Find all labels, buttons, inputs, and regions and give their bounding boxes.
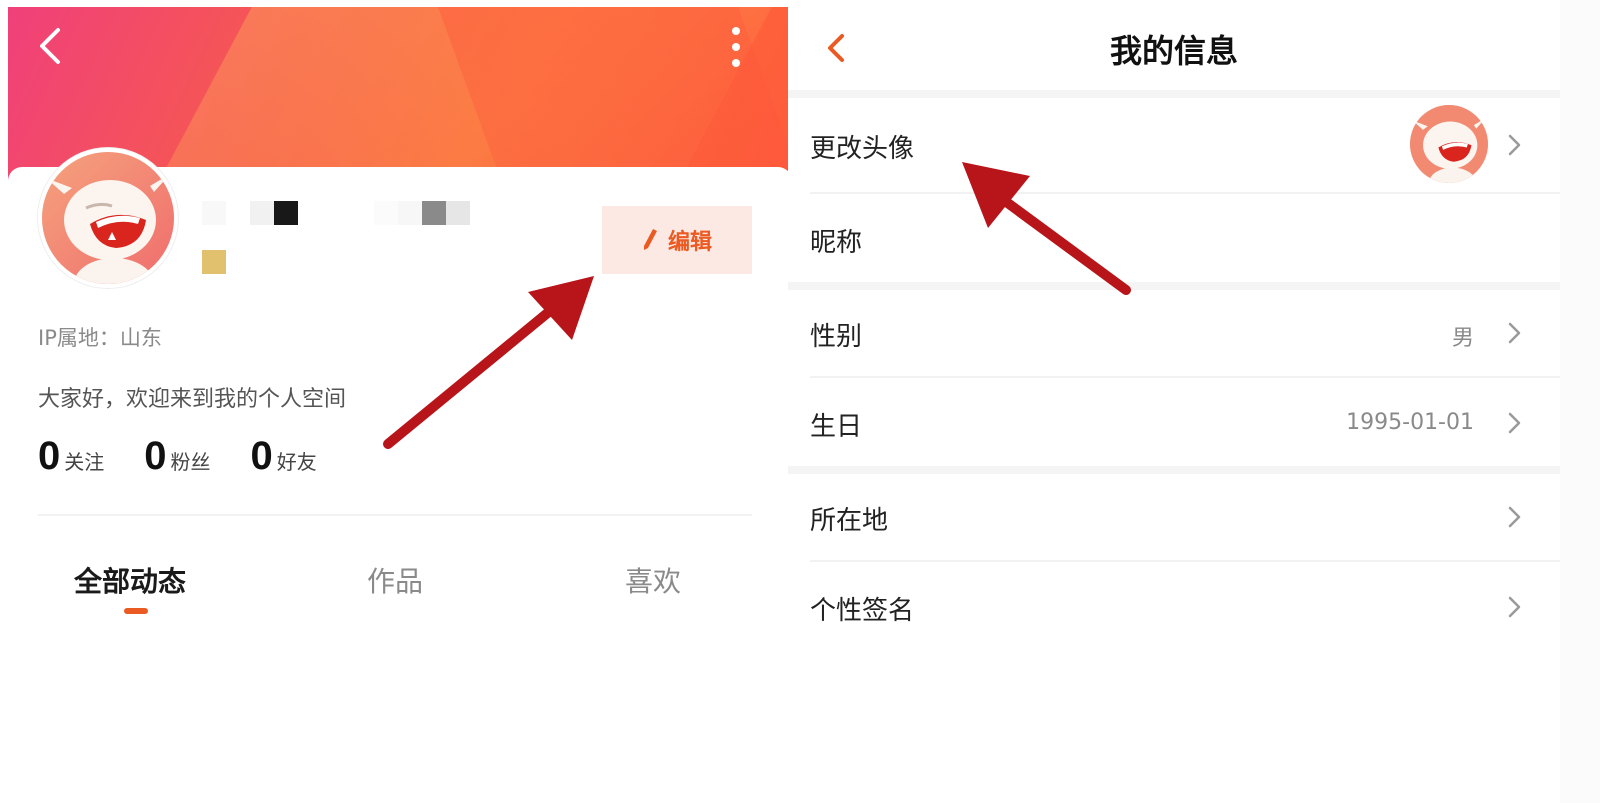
content-tabs: 全部动态 作品 喜欢 <box>0 560 794 620</box>
divider <box>788 282 1560 290</box>
edge-shade <box>1560 0 1600 803</box>
tab-all-activity[interactable]: 全部动态 <box>74 560 186 600</box>
divider <box>38 514 752 516</box>
stat-following[interactable]: 0 关注 <box>38 434 104 479</box>
user-id-blurred <box>374 201 470 225</box>
bio-text: 大家好，欢迎来到我的个人空间 <box>38 387 347 412</box>
mascot-avatar-image <box>1410 105 1488 183</box>
chevron-right-icon <box>1508 412 1521 434</box>
stat-label: 关注 <box>64 450 105 474</box>
row-label: 昵称 <box>810 228 863 258</box>
username-blurred <box>202 201 298 225</box>
mascot-avatar-image <box>42 152 174 284</box>
stat-number: 0 <box>250 434 273 478</box>
level-badge <box>202 250 226 274</box>
back-arrow-icon <box>40 28 60 64</box>
back-button[interactable] <box>30 24 74 68</box>
my-info-screen: 我的信息 更改头像 昵称 性别 男 生日 1995-01-01 所在地 个性签名 <box>788 0 1600 803</box>
row-value: 男 <box>1451 326 1474 351</box>
row-value: 1995-01-01 <box>1346 410 1474 435</box>
row-birthday[interactable]: 生日 1995-01-01 <box>788 378 1560 466</box>
stat-number: 0 <box>144 434 167 478</box>
avatar-thumbnail <box>1410 105 1488 183</box>
divider <box>788 466 1560 474</box>
chevron-right-icon <box>1508 322 1521 344</box>
row-signature[interactable]: 个性签名 <box>788 562 1560 650</box>
stat-friends[interactable]: 0 好友 <box>251 434 317 479</box>
row-label: 所在地 <box>810 506 889 536</box>
avatar[interactable] <box>38 148 178 288</box>
stat-followers[interactable]: 0 粉丝 <box>144 434 210 479</box>
active-tab-indicator <box>124 608 148 614</box>
profile-screen: 编辑 IP属地：山东 大家好，欢迎来到我的个人空间 0 关注 0 粉丝 0 好友… <box>0 0 794 803</box>
header: 我的信息 <box>788 0 1600 92</box>
page-title: 我的信息 <box>1109 32 1238 70</box>
chevron-right-icon <box>1508 506 1521 528</box>
row-nickname[interactable]: 昵称 <box>788 194 1560 282</box>
stat-label: 粉丝 <box>170 450 211 474</box>
stat-number: 0 <box>38 434 61 478</box>
tab-likes[interactable]: 喜欢 <box>625 560 681 600</box>
more-button[interactable] <box>718 24 754 70</box>
row-label: 更改头像 <box>810 134 915 164</box>
edit-profile-button[interactable]: 编辑 <box>602 206 752 274</box>
row-location[interactable]: 所在地 <box>788 474 1560 560</box>
row-gender[interactable]: 性别 男 <box>788 290 1560 376</box>
chevron-right-icon <box>1508 596 1521 618</box>
tab-works[interactable]: 作品 <box>367 560 423 600</box>
edit-button-label: 编辑 <box>667 230 712 255</box>
pencil-icon <box>643 229 657 250</box>
stats-row: 0 关注 0 粉丝 0 好友 <box>38 434 317 479</box>
row-label: 性别 <box>810 322 863 352</box>
more-vertical-icon <box>732 27 740 67</box>
divider <box>788 90 1560 98</box>
chevron-right-icon <box>1508 134 1521 156</box>
row-label: 个性签名 <box>810 596 915 626</box>
ip-location: IP属地：山东 <box>38 326 162 350</box>
row-label: 生日 <box>810 412 863 442</box>
stat-label: 好友 <box>276 450 317 474</box>
